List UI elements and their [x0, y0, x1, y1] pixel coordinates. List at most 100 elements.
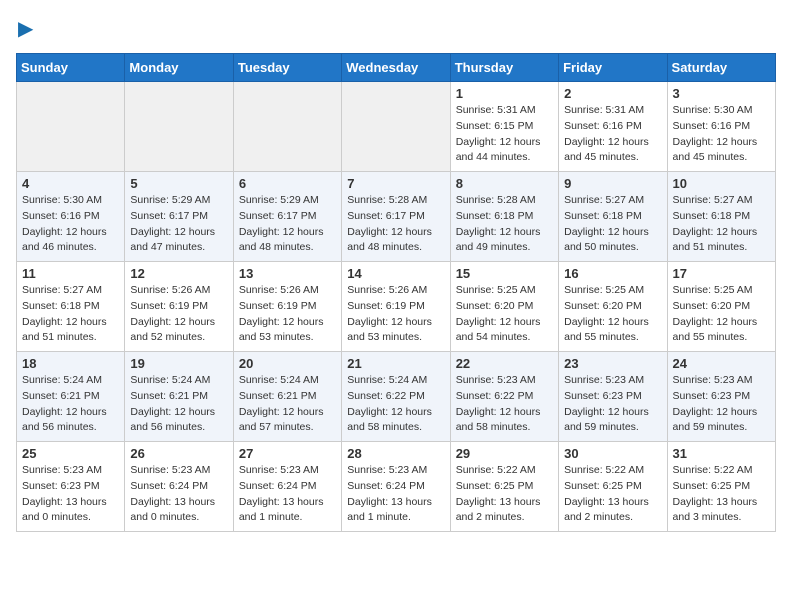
day-number: 29	[456, 446, 553, 461]
page-header: ▶	[16, 16, 776, 41]
calendar-cell: 30 Sunrise: 5:22 AMSunset: 6:25 PMDayligh…	[559, 442, 667, 532]
calendar-cell	[342, 82, 450, 172]
day-info: Sunrise: 5:23 AMSunset: 6:23 PMDaylight:…	[564, 373, 661, 436]
day-info: Sunrise: 5:22 AMSunset: 6:25 PMDaylight:…	[564, 463, 661, 526]
day-info: Sunrise: 5:31 AMSunset: 6:15 PMDaylight:…	[456, 103, 553, 166]
calendar-cell	[17, 82, 125, 172]
logo: ▶	[16, 16, 33, 41]
calendar-table: SundayMondayTuesdayWednesdayThursdayFrid…	[16, 53, 776, 532]
weekday-header-saturday: Saturday	[667, 54, 775, 82]
calendar-cell: 18Sunrise: 5:24 AMSunset: 6:21 PMDayligh…	[17, 352, 125, 442]
calendar-cell: 28Sunrise: 5:23 AMSunset: 6:24 PMDayligh…	[342, 442, 450, 532]
day-number: 26	[130, 446, 227, 461]
calendar-cell: 31 Sunrise: 5:22 AMSunset: 6:25 PMDayligh…	[667, 442, 775, 532]
calendar-cell: 2 Sunrise: 5:31 AMSunset: 6:16 PMDaylight…	[559, 82, 667, 172]
calendar-cell	[233, 82, 341, 172]
calendar-cell: 6 Sunrise: 5:29 AMSunset: 6:17 PMDaylight…	[233, 172, 341, 262]
day-number: 22	[456, 356, 553, 371]
day-info: Sunrise: 5:24 AMSunset: 6:21 PMDaylight:…	[130, 373, 227, 436]
calendar-cell: 7Sunrise: 5:28 AMSunset: 6:17 PMDaylight…	[342, 172, 450, 262]
weekday-header-tuesday: Tuesday	[233, 54, 341, 82]
calendar-week-row: 25 Sunrise: 5:23 AMSunset: 6:23 PMDayligh…	[17, 442, 776, 532]
calendar-cell: 16 Sunrise: 5:25 AMSunset: 6:20 PMDayligh…	[559, 262, 667, 352]
calendar-cell: 21 Sunrise: 5:24 AMSunset: 6:22 PMDayligh…	[342, 352, 450, 442]
day-number: 4	[22, 176, 119, 191]
calendar-cell: 27Sunrise: 5:23 AMSunset: 6:24 PMDayligh…	[233, 442, 341, 532]
day-number: 17	[673, 266, 770, 281]
weekday-header-friday: Friday	[559, 54, 667, 82]
calendar-week-row: 4 Sunrise: 5:30 AMSunset: 6:16 PMDaylight…	[17, 172, 776, 262]
weekday-header-thursday: Thursday	[450, 54, 558, 82]
day-number: 8	[456, 176, 553, 191]
day-info: Sunrise: 5:30 AMSunset: 6:16 PMDaylight:…	[673, 103, 770, 166]
day-number: 18	[22, 356, 119, 371]
day-info: Sunrise: 5:28 AMSunset: 6:18 PMDaylight:…	[456, 193, 553, 256]
calendar-cell: 14 Sunrise: 5:26 AMSunset: 6:19 PMDayligh…	[342, 262, 450, 352]
calendar-cell: 10 Sunrise: 5:27 AMSunset: 6:18 PMDayligh…	[667, 172, 775, 262]
day-number: 30	[564, 446, 661, 461]
day-info: Sunrise: 5:22 AMSunset: 6:25 PMDaylight:…	[673, 463, 770, 526]
day-number: 11	[22, 266, 119, 281]
day-number: 24	[673, 356, 770, 371]
calendar-cell: 29Sunrise: 5:22 AMSunset: 6:25 PMDayligh…	[450, 442, 558, 532]
calendar-cell: 20 Sunrise: 5:24 AMSunset: 6:21 PMDayligh…	[233, 352, 341, 442]
day-info: Sunrise: 5:23 AMSunset: 6:23 PMDaylight:…	[22, 463, 119, 526]
day-info: Sunrise: 5:24 AMSunset: 6:21 PMDaylight:…	[239, 373, 336, 436]
day-number: 9	[564, 176, 661, 191]
day-info: Sunrise: 5:28 AMSunset: 6:17 PMDaylight:…	[347, 193, 444, 256]
day-number: 2	[564, 86, 661, 101]
day-number: 21	[347, 356, 444, 371]
day-info: Sunrise: 5:25 AMSunset: 6:20 PMDaylight:…	[456, 283, 553, 346]
day-info: Sunrise: 5:25 AMSunset: 6:20 PMDaylight:…	[673, 283, 770, 346]
calendar-cell: 3 Sunrise: 5:30 AMSunset: 6:16 PMDaylight…	[667, 82, 775, 172]
calendar-cell: 9 Sunrise: 5:27 AMSunset: 6:18 PMDaylight…	[559, 172, 667, 262]
calendar-cell: 25 Sunrise: 5:23 AMSunset: 6:23 PMDayligh…	[17, 442, 125, 532]
calendar-cell: 22 Sunrise: 5:23 AMSunset: 6:22 PMDayligh…	[450, 352, 558, 442]
calendar-cell: 13 Sunrise: 5:26 AMSunset: 6:19 PMDayligh…	[233, 262, 341, 352]
calendar-cell: 23Sunrise: 5:23 AMSunset: 6:23 PMDayligh…	[559, 352, 667, 442]
day-info: Sunrise: 5:29 AMSunset: 6:17 PMDaylight:…	[239, 193, 336, 256]
day-number: 16	[564, 266, 661, 281]
calendar-week-row: 1 Sunrise: 5:31 AMSunset: 6:15 PMDaylight…	[17, 82, 776, 172]
day-info: Sunrise: 5:25 AMSunset: 6:20 PMDaylight:…	[564, 283, 661, 346]
day-info: Sunrise: 5:30 AMSunset: 6:16 PMDaylight:…	[22, 193, 119, 256]
day-number: 1	[456, 86, 553, 101]
day-info: Sunrise: 5:26 AMSunset: 6:19 PMDaylight:…	[347, 283, 444, 346]
calendar-week-row: 18 Sunrise: 5:24 AMSunset: 6:21 PMDayligh…	[17, 352, 776, 442]
day-number: 14	[347, 266, 444, 281]
calendar-cell: 11 Sunrise: 5:27 AMSunset: 6:18 PMDayligh…	[17, 262, 125, 352]
weekday-header-sunday: Sunday	[17, 54, 125, 82]
calendar-cell: 19 Sunrise: 5:24 AMSunset: 6:21 PMDayligh…	[125, 352, 233, 442]
weekday-header-row: SundayMondayTuesdayWednesdayThursdayFrid…	[17, 54, 776, 82]
day-info: Sunrise: 5:27 AMSunset: 6:18 PMDaylight:…	[673, 193, 770, 256]
day-info: Sunrise: 5:27 AMSunset: 6:18 PMDaylight:…	[564, 193, 661, 256]
day-number: 31	[673, 446, 770, 461]
calendar-cell: 8 Sunrise: 5:28 AMSunset: 6:18 PMDaylight…	[450, 172, 558, 262]
day-info: Sunrise: 5:23 AMSunset: 6:24 PMDaylight:…	[130, 463, 227, 526]
day-number: 19	[130, 356, 227, 371]
day-number: 10	[673, 176, 770, 191]
day-info: Sunrise: 5:24 AMSunset: 6:22 PMDaylight:…	[347, 373, 444, 436]
day-number: 5	[130, 176, 227, 191]
day-info: Sunrise: 5:23 AMSunset: 6:23 PMDaylight:…	[673, 373, 770, 436]
calendar-cell: 12Sunrise: 5:26 AMSunset: 6:19 PMDayligh…	[125, 262, 233, 352]
calendar-cell: 4 Sunrise: 5:30 AMSunset: 6:16 PMDaylight…	[17, 172, 125, 262]
day-number: 25	[22, 446, 119, 461]
weekday-header-monday: Monday	[125, 54, 233, 82]
calendar-cell: 26 Sunrise: 5:23 AMSunset: 6:24 PMDayligh…	[125, 442, 233, 532]
day-number: 3	[673, 86, 770, 101]
day-info: Sunrise: 5:26 AMSunset: 6:19 PMDaylight:…	[239, 283, 336, 346]
day-info: Sunrise: 5:27 AMSunset: 6:18 PMDaylight:…	[22, 283, 119, 346]
calendar-cell: 17 Sunrise: 5:25 AMSunset: 6:20 PMDayligh…	[667, 262, 775, 352]
day-info: Sunrise: 5:31 AMSunset: 6:16 PMDaylight:…	[564, 103, 661, 166]
calendar-cell: 24 Sunrise: 5:23 AMSunset: 6:23 PMDayligh…	[667, 352, 775, 442]
day-info: Sunrise: 5:29 AMSunset: 6:17 PMDaylight:…	[130, 193, 227, 256]
day-number: 6	[239, 176, 336, 191]
day-number: 27	[239, 446, 336, 461]
calendar-cell: 1 Sunrise: 5:31 AMSunset: 6:15 PMDaylight…	[450, 82, 558, 172]
day-info: Sunrise: 5:23 AMSunset: 6:22 PMDaylight:…	[456, 373, 553, 436]
calendar-week-row: 11 Sunrise: 5:27 AMSunset: 6:18 PMDayligh…	[17, 262, 776, 352]
calendar-cell: 15Sunrise: 5:25 AMSunset: 6:20 PMDayligh…	[450, 262, 558, 352]
day-number: 20	[239, 356, 336, 371]
day-number: 13	[239, 266, 336, 281]
